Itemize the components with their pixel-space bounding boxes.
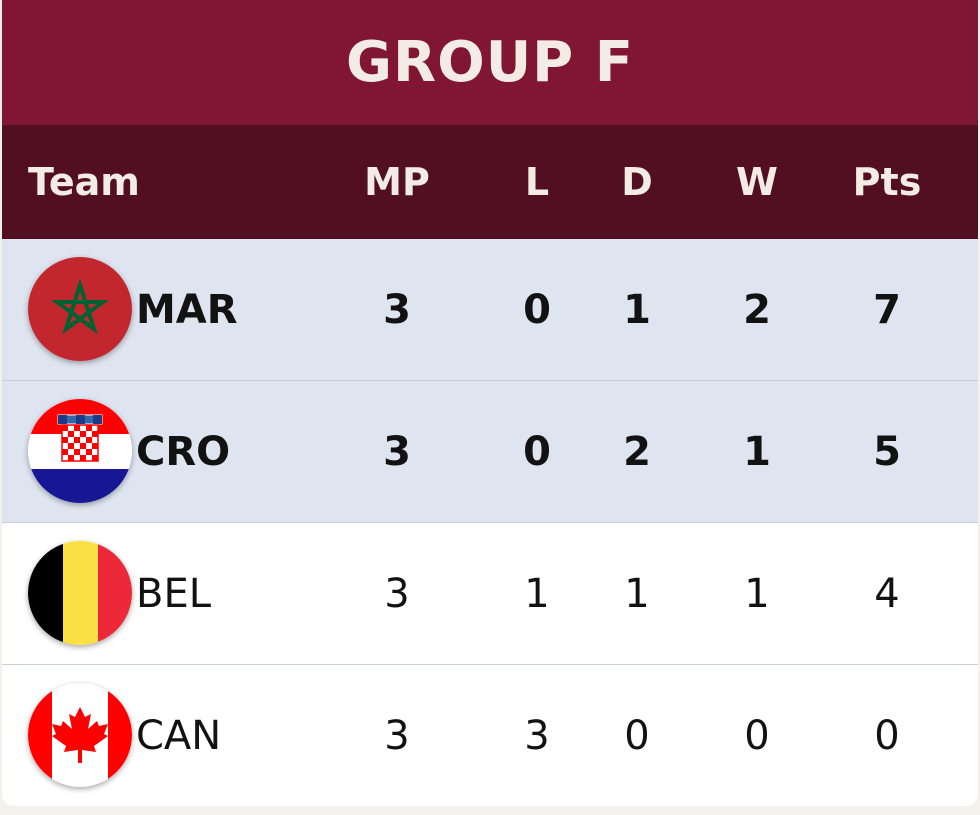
croatia-flag-icon	[28, 399, 132, 503]
cell-l: 0	[523, 286, 551, 333]
group-standings-card: GROUP F Team MP L D W Pts MAR 3 0 1 2 7	[2, 0, 978, 806]
team-name: BEL	[136, 570, 211, 617]
table-header: Team MP L D W Pts	[2, 125, 978, 239]
cell-l: 3	[524, 712, 550, 759]
cell-mp: 3	[383, 286, 411, 333]
cell-pts: 7	[873, 286, 901, 333]
cell-d: 1	[623, 286, 651, 333]
morocco-flag-icon	[28, 257, 132, 361]
title-bar: GROUP F	[2, 0, 978, 125]
header-team: Team	[28, 160, 140, 204]
cell-pts: 0	[874, 712, 900, 759]
cell-w: 1	[744, 570, 770, 617]
cell-pts: 4	[874, 570, 900, 617]
team-name: CRO	[136, 428, 231, 475]
cell-d: 2	[623, 428, 651, 475]
cell-mp: 3	[384, 712, 410, 759]
belgium-flag-icon	[28, 541, 132, 645]
header-w: W	[736, 160, 778, 204]
cell-pts: 5	[873, 428, 901, 475]
table-row: MAR 3 0 1 2 7	[2, 239, 978, 381]
team-name: MAR	[136, 286, 238, 333]
header-l: L	[524, 160, 550, 204]
header-mp: MP	[364, 160, 430, 204]
group-title: GROUP F	[346, 30, 634, 95]
table-row: CRO 3 0 2 1 5	[2, 381, 978, 523]
cell-w: 2	[743, 286, 771, 333]
cell-l: 1	[524, 570, 550, 617]
header-pts: Pts	[852, 160, 922, 204]
cell-d: 0	[624, 712, 650, 759]
cell-d: 1	[624, 570, 650, 617]
header-d: D	[621, 160, 653, 204]
cell-w: 1	[743, 428, 771, 475]
canada-flag-icon	[28, 683, 132, 787]
table-row: CAN 3 3 0 0 0	[2, 665, 978, 806]
cell-mp: 3	[383, 428, 411, 475]
table-row: BEL 3 1 1 1 4	[2, 523, 978, 665]
cell-l: 0	[523, 428, 551, 475]
cell-mp: 3	[384, 570, 410, 617]
team-name: CAN	[136, 712, 222, 759]
cell-w: 0	[744, 712, 770, 759]
